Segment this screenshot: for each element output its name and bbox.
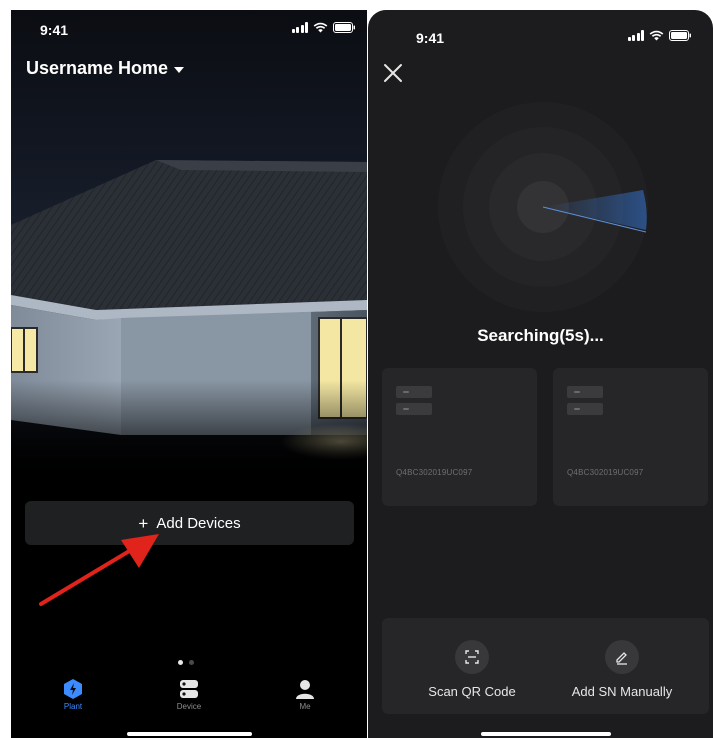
device-module-icon — [567, 386, 603, 398]
tab-me[interactable]: Me — [265, 678, 345, 711]
add-devices-label: Add Devices — [156, 514, 241, 532]
cellular-signal-icon — [292, 22, 308, 33]
status-time: 9:41 — [416, 30, 445, 46]
battery-icon — [333, 22, 355, 33]
me-icon — [265, 678, 345, 700]
qr-scan-icon — [455, 640, 489, 674]
page-dot[interactable] — [189, 660, 194, 665]
home-selector[interactable]: Username Home — [26, 58, 185, 79]
tab-plant[interactable]: Plant — [33, 678, 113, 711]
home-indicator[interactable] — [481, 732, 611, 736]
status-bar: 9:41 — [11, 10, 367, 50]
device-serial-number: Q4BC302019UC097 — [567, 468, 644, 477]
discovered-device-card[interactable]: Q4BC302019UC097 — [382, 368, 537, 506]
radar-scan-animation — [438, 102, 648, 312]
red-annotation-arrow — [39, 534, 159, 606]
close-icon[interactable] — [382, 62, 404, 84]
home-indicator[interactable] — [127, 732, 252, 736]
screenshot-canvas: 9:41 Username Home + Add Devices Plant D… — [0, 0, 713, 738]
device-icon — [149, 678, 229, 700]
plant-home-screen: 9:41 Username Home + Add Devices Plant D… — [11, 10, 367, 738]
house-illustration — [11, 160, 367, 480]
page-indicator — [178, 660, 194, 665]
tab-me-label: Me — [299, 702, 311, 711]
home-title: Username Home — [26, 58, 169, 78]
scan-qr-code-button[interactable]: Scan QR Code — [412, 640, 532, 699]
add-sn-manually-label: Add SN Manually — [571, 684, 673, 699]
tab-plant-label: Plant — [63, 702, 83, 711]
tab-bar: Plant Device Me — [11, 678, 367, 718]
wifi-icon — [313, 22, 328, 33]
device-search-screen: 9:41 Searching(5s)... Q4BC302019UC097 Q4… — [368, 10, 713, 738]
wifi-icon — [649, 30, 664, 41]
searching-status: Searching(5s)... — [477, 326, 604, 345]
tab-device[interactable]: Device — [149, 678, 229, 711]
scan-qr-code-label: Scan QR Code — [428, 684, 516, 699]
discovered-device-card[interactable]: Q4BC302019UC097 — [553, 368, 708, 506]
pencil-icon — [605, 640, 639, 674]
device-module-icon — [396, 403, 432, 415]
tab-device-label: Device — [176, 702, 202, 711]
battery-icon — [669, 30, 691, 41]
plant-icon — [33, 678, 113, 700]
device-serial-number: Q4BC302019UC097 — [396, 468, 473, 477]
status-icons — [292, 22, 355, 33]
add-sn-manually-button[interactable]: Add SN Manually — [552, 640, 692, 699]
status-icons — [628, 30, 691, 41]
page-dot-active[interactable] — [178, 660, 183, 665]
device-module-icon — [567, 403, 603, 415]
status-time: 9:41 — [40, 22, 69, 38]
caret-down-icon — [174, 66, 185, 73]
plus-icon: + — [138, 513, 149, 533]
add-method-panel: Scan QR Code Add SN Manually — [382, 618, 709, 714]
cellular-signal-icon — [628, 30, 644, 41]
device-module-icon — [396, 386, 432, 398]
